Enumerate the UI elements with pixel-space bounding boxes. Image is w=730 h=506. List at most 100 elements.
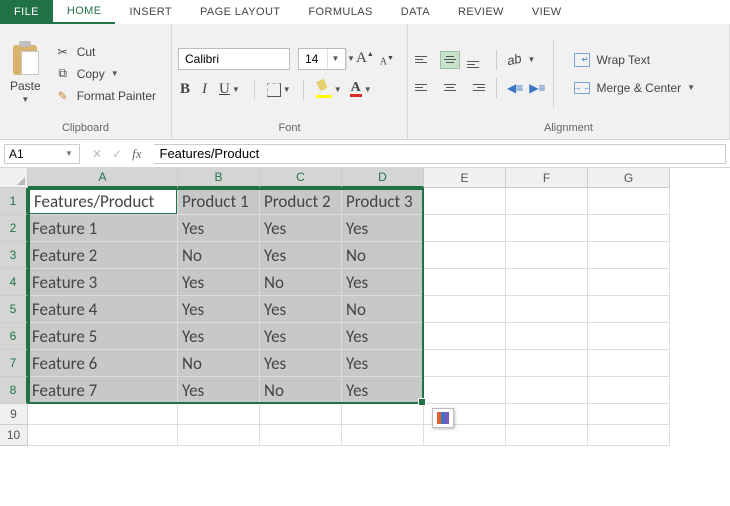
font-size-drop-icon[interactable]: ▼	[327, 49, 343, 69]
cell-A4[interactable]: Feature 3	[28, 269, 178, 296]
copy-split-arrow-icon[interactable]: ▼	[111, 69, 119, 78]
cell-C4[interactable]: No	[260, 269, 342, 296]
tab-file[interactable]: FILE	[0, 0, 53, 24]
cell-F9[interactable]	[506, 404, 588, 425]
column-header-F[interactable]: F	[506, 168, 588, 188]
cell-B9[interactable]	[178, 404, 260, 425]
column-header-D[interactable]: D	[342, 168, 424, 188]
cell-F3[interactable]	[506, 242, 588, 269]
formula-bar-input[interactable]	[154, 144, 726, 164]
cell-G6[interactable]	[588, 323, 670, 350]
cell-D8[interactable]: Yes	[342, 377, 424, 404]
row-header-5[interactable]: 5	[0, 296, 28, 323]
cell-A10[interactable]	[28, 425, 178, 446]
merge-center-button[interactable]: Merge & Center ▼	[572, 79, 697, 97]
cell-G10[interactable]	[588, 425, 670, 446]
row-header-3[interactable]: 3	[0, 242, 28, 269]
cell-A3[interactable]: Feature 2	[28, 242, 178, 269]
cell-B3[interactable]: No	[178, 242, 260, 269]
cell-D4[interactable]: Yes	[342, 269, 424, 296]
name-box-input[interactable]	[5, 147, 61, 161]
cell-B6[interactable]: Yes	[178, 323, 260, 350]
cell-C5[interactable]: Yes	[260, 296, 342, 323]
cell-F1[interactable]	[506, 188, 588, 215]
align-right-button[interactable]	[466, 79, 486, 97]
column-header-A[interactable]: A	[28, 168, 178, 188]
column-header-E[interactable]: E	[424, 168, 506, 188]
row-header-10[interactable]: 10	[0, 425, 28, 446]
font-size-combo[interactable]: ▼	[298, 48, 346, 70]
align-bottom-button[interactable]	[466, 51, 486, 69]
cell-E7[interactable]	[424, 350, 506, 377]
column-header-C[interactable]: C	[260, 168, 342, 188]
cell-E2[interactable]	[424, 215, 506, 242]
cell-E10[interactable]	[424, 425, 506, 446]
cell-C6[interactable]: Yes	[260, 323, 342, 350]
cell-B10[interactable]	[178, 425, 260, 446]
cell-E8[interactable]	[424, 377, 506, 404]
font-name-combo[interactable]: ▼	[178, 48, 290, 70]
name-box[interactable]: ▼	[4, 144, 80, 164]
cell-G7[interactable]	[588, 350, 670, 377]
cell-F7[interactable]	[506, 350, 588, 377]
borders-button[interactable]: ▼	[267, 83, 291, 97]
tab-view[interactable]: VIEW	[518, 0, 576, 24]
enter-formula-button[interactable]: ✓	[112, 147, 122, 161]
merge-split-icon[interactable]: ▼	[687, 83, 695, 92]
select-all-button[interactable]	[0, 168, 28, 188]
cell-G3[interactable]	[588, 242, 670, 269]
font-color-split-icon[interactable]: ▼	[364, 85, 372, 94]
tab-insert[interactable]: INSERT	[115, 0, 186, 24]
cell-F4[interactable]	[506, 269, 588, 296]
cell-C9[interactable]	[260, 404, 342, 425]
align-top-button[interactable]	[414, 51, 434, 69]
shrink-font-button[interactable]: A▼	[378, 54, 396, 67]
cell-F2[interactable]	[506, 215, 588, 242]
copy-button[interactable]: ⧉ Copy ▼	[53, 65, 158, 83]
cell-A1[interactable]: Features/Product	[28, 188, 178, 215]
cell-G2[interactable]	[588, 215, 670, 242]
cell-F10[interactable]	[506, 425, 588, 446]
underline-button[interactable]: U▼	[217, 81, 242, 98]
grow-font-button[interactable]: A▲	[354, 50, 376, 67]
cell-G4[interactable]	[588, 269, 670, 296]
cell-C3[interactable]: Yes	[260, 242, 342, 269]
cell-B8[interactable]: Yes	[178, 377, 260, 404]
row-header-1[interactable]: 1	[0, 188, 28, 215]
underline-split-icon[interactable]: ▼	[232, 85, 240, 94]
cell-C10[interactable]	[260, 425, 342, 446]
cell-D2[interactable]: Yes	[342, 215, 424, 242]
cell-A9[interactable]	[28, 404, 178, 425]
tab-data[interactable]: DATA	[387, 0, 444, 24]
cell-A7[interactable]: Feature 6	[28, 350, 178, 377]
cell-B4[interactable]: Yes	[178, 269, 260, 296]
cell-G5[interactable]	[588, 296, 670, 323]
font-color-button[interactable]: A▼	[350, 82, 372, 97]
row-header-9[interactable]: 9	[0, 404, 28, 425]
cell-C1[interactable]: Product 2	[260, 188, 342, 215]
row-header-2[interactable]: 2	[0, 215, 28, 242]
fx-button[interactable]: fx	[132, 146, 141, 162]
cell-E6[interactable]	[424, 323, 506, 350]
format-painter-button[interactable]: ✎ Format Painter	[53, 87, 158, 105]
italic-button[interactable]: I	[200, 81, 209, 98]
cell-B2[interactable]: Yes	[178, 215, 260, 242]
wrap-text-button[interactable]: Wrap Text	[572, 51, 697, 69]
fill-color-button[interactable]: ▼	[316, 84, 342, 96]
orientation-button[interactable]: ab	[506, 51, 523, 69]
cell-G8[interactable]	[588, 377, 670, 404]
increase-indent-button[interactable]: ▶≡	[529, 81, 545, 95]
cell-A8[interactable]: Feature 7	[28, 377, 178, 404]
cell-A5[interactable]: Feature 4	[28, 296, 178, 323]
row-header-4[interactable]: 4	[0, 269, 28, 296]
name-box-drop-icon[interactable]: ▼	[61, 149, 77, 158]
cell-A2[interactable]: Feature 1	[28, 215, 178, 242]
fill-split-icon[interactable]: ▼	[334, 85, 342, 94]
cell-B5[interactable]: Yes	[178, 296, 260, 323]
cell-D10[interactable]	[342, 425, 424, 446]
cell-F6[interactable]	[506, 323, 588, 350]
row-header-6[interactable]: 6	[0, 323, 28, 350]
cell-G9[interactable]	[588, 404, 670, 425]
cell-D1[interactable]: Product 3	[342, 188, 424, 215]
align-left-button[interactable]	[414, 79, 434, 97]
